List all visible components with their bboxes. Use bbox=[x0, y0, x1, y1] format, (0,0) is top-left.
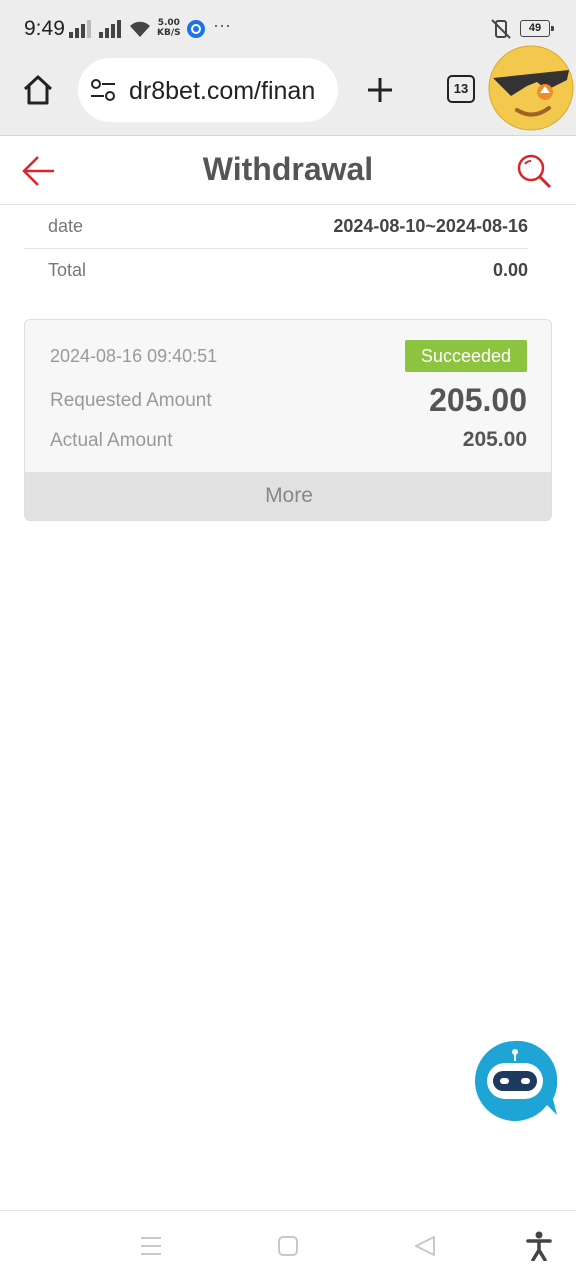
more-button[interactable]: More bbox=[25, 472, 551, 520]
total-label: Total bbox=[48, 260, 87, 280]
triangle-back-icon[interactable] bbox=[414, 1235, 436, 1257]
search-icon[interactable] bbox=[516, 153, 552, 189]
plus-icon[interactable] bbox=[366, 76, 394, 104]
app-header: Withdrawal bbox=[0, 137, 576, 205]
date-range-row[interactable]: date 2024-08-10~2024-08-16 bbox=[24, 205, 528, 249]
menu-icon[interactable] bbox=[140, 1236, 162, 1256]
vibrate-off-icon bbox=[491, 19, 511, 39]
network-speed: 5.00 KB/S bbox=[157, 18, 181, 38]
network-speed-value: 5.00 bbox=[157, 18, 180, 28]
status-badge: Succeeded bbox=[404, 340, 527, 372]
overflow-dots: ··· bbox=[213, 15, 231, 35]
url-text[interactable]: dr8bet.com/finan bbox=[129, 77, 329, 106]
withdrawal-record-card: 2024-08-16 09:40:51 Succeeded Requested … bbox=[24, 319, 552, 521]
record-datetime: 2024-08-16 09:40:51 bbox=[50, 346, 218, 366]
accessibility-icon[interactable] bbox=[526, 1231, 552, 1261]
network-speed-unit: KB/S bbox=[157, 28, 181, 38]
tab-count-button[interactable]: 13 bbox=[447, 75, 475, 103]
site-settings-icon[interactable] bbox=[90, 79, 116, 101]
battery-indicator: 49 bbox=[520, 20, 554, 37]
system-navigation-bar bbox=[0, 1210, 576, 1280]
app-notification-icon bbox=[187, 20, 205, 38]
total-value: 0.00 bbox=[492, 260, 528, 280]
url-bar[interactable]: dr8bet.com/finan bbox=[78, 58, 338, 122]
home-icon[interactable] bbox=[22, 74, 54, 106]
requested-amount-label: Requested Amount bbox=[50, 390, 212, 411]
signal-icon bbox=[69, 20, 91, 38]
browser-toolbar: dr8bet.com/finan 13 bbox=[0, 45, 576, 136]
actual-amount-label: Actual Amount bbox=[50, 430, 173, 451]
page-title: Withdrawal bbox=[202, 151, 374, 187]
sunglasses-emoji-icon[interactable] bbox=[487, 44, 575, 132]
chatbot-icon[interactable] bbox=[473, 1039, 557, 1123]
total-row: Total 0.00 bbox=[24, 249, 528, 293]
date-label: date bbox=[48, 216, 84, 236]
signal-icon-2 bbox=[99, 20, 121, 38]
actual-amount-value: 205.00 bbox=[462, 428, 527, 451]
square-home-icon[interactable] bbox=[278, 1236, 298, 1256]
requested-amount-value: 205.00 bbox=[429, 382, 527, 418]
date-range-value[interactable]: 2024-08-10~2024-08-16 bbox=[333, 216, 528, 237]
status-time: 9:49 bbox=[24, 17, 65, 40]
wifi-icon bbox=[130, 21, 150, 37]
